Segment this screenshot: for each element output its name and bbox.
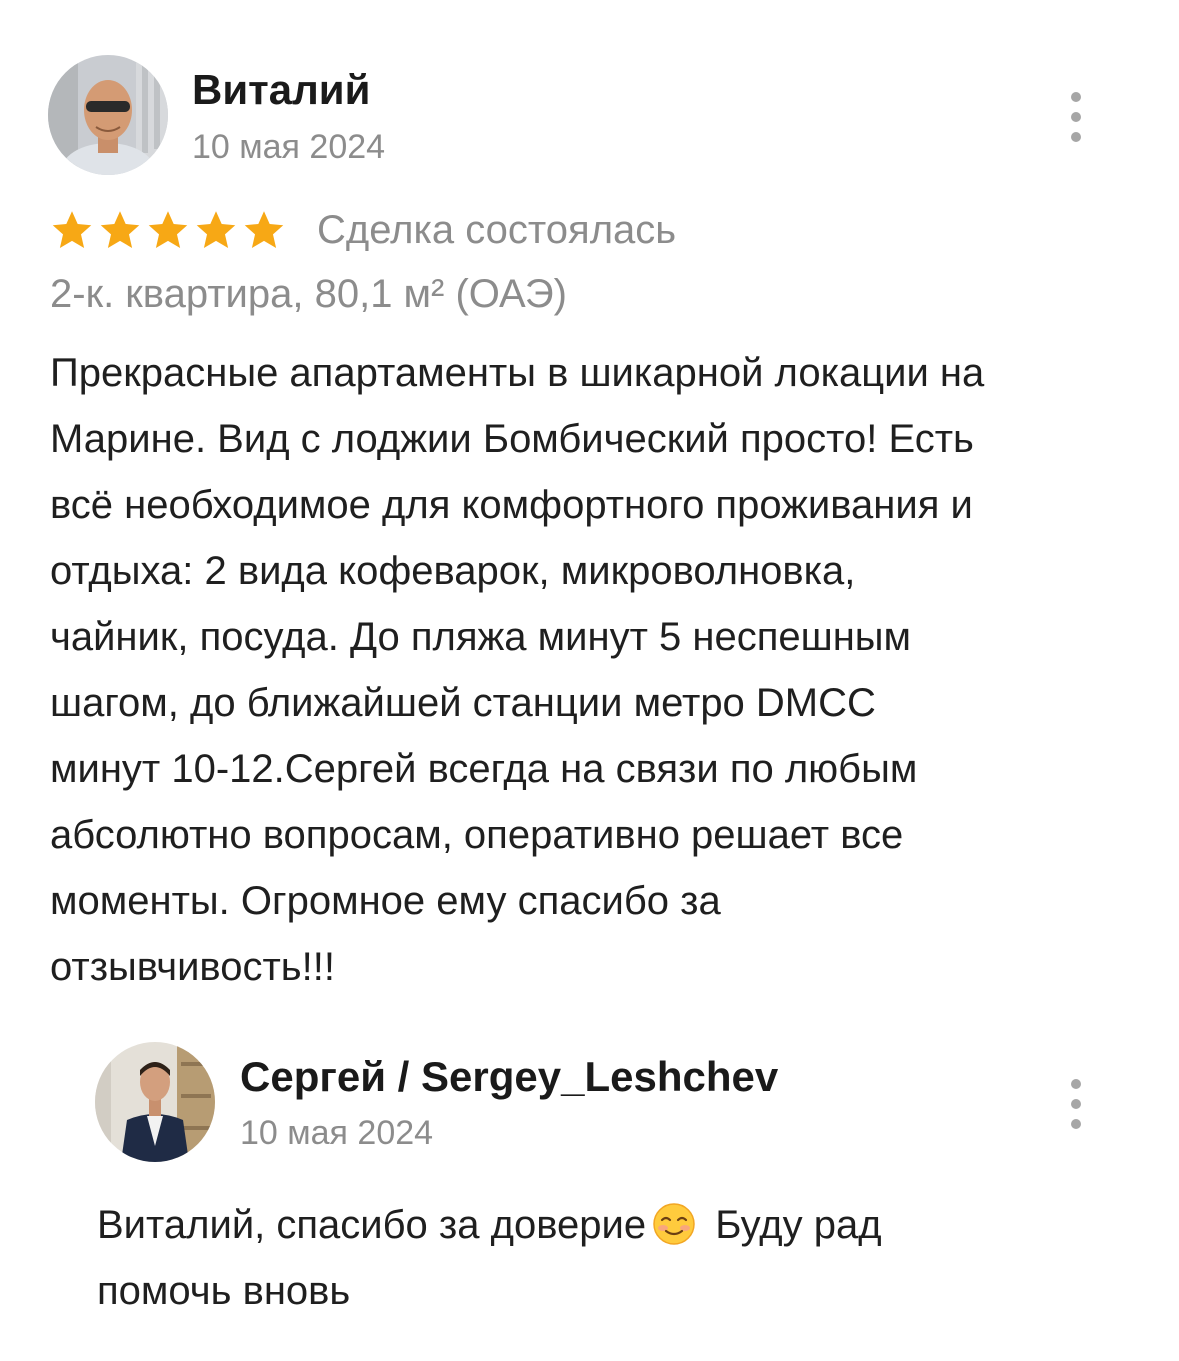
review-text-line: Прекрасные апартаменты в шикарной локаци… (50, 351, 985, 395)
replier-avatar[interactable] (95, 1042, 215, 1162)
star-icon (196, 211, 236, 248)
review-text-line: моменты. Огромное ему спасибо за (50, 879, 721, 923)
replier-name[interactable]: Сергей / Sergey_Leshchev (240, 1053, 778, 1101)
property-info[interactable]: 2-к. квартира, 80,1 м² (ОАЭ) (50, 272, 567, 317)
reply-text-segment: Буду рад (715, 1203, 882, 1247)
reviewer-avatar[interactable] (48, 55, 168, 175)
reply-text-segment: Виталий, спасибо за доверие (97, 1203, 647, 1247)
review-date: 10 мая 2024 (192, 128, 386, 166)
reviewer-name[interactable]: Виталий (192, 66, 370, 114)
review-text-line: всё необходимое для комфортного проживан… (50, 483, 973, 527)
review-text-line: отзывчивость!!! (50, 945, 335, 989)
review-text-line: абсолютно вопросам, оперативно решает вс… (50, 813, 904, 857)
review-text-line: шагом, до ближайшей станции метро DMCC (50, 681, 876, 725)
star-icon (244, 211, 284, 248)
star-icon (100, 211, 140, 248)
deal-status: Сделка состоялась (317, 208, 677, 252)
review-more-menu-icon[interactable] (1064, 92, 1088, 142)
review-text-line: отдыха: 2 вида кофеварок, микроволновка, (50, 549, 856, 593)
reply-more-menu-icon[interactable] (1064, 1079, 1088, 1129)
reply-text-line: помочь вновь (97, 1269, 351, 1313)
star-icon (148, 211, 188, 248)
reply-date: 10 мая 2024 (240, 1114, 434, 1152)
star-icon (52, 211, 92, 248)
review-text-line: минут 10-12.Сергей всегда на связи по лю… (50, 747, 918, 791)
rating-stars (50, 208, 286, 252)
review-text: Прекрасные апартаменты в шикарной локаци… (50, 340, 1140, 1000)
review-text-line: Марине. Вид с лоджии Бомбический просто!… (50, 417, 974, 461)
reply-text-line: Виталий, спасибо за доверие Буду рад (97, 1192, 1097, 1258)
reply-text: Виталий, спасибо за доверие Буду рад пом… (97, 1192, 1097, 1324)
review-text-line: чайник, посуда. До пляжа минут 5 неспешн… (50, 615, 912, 659)
smiling-face-icon (653, 1203, 695, 1245)
